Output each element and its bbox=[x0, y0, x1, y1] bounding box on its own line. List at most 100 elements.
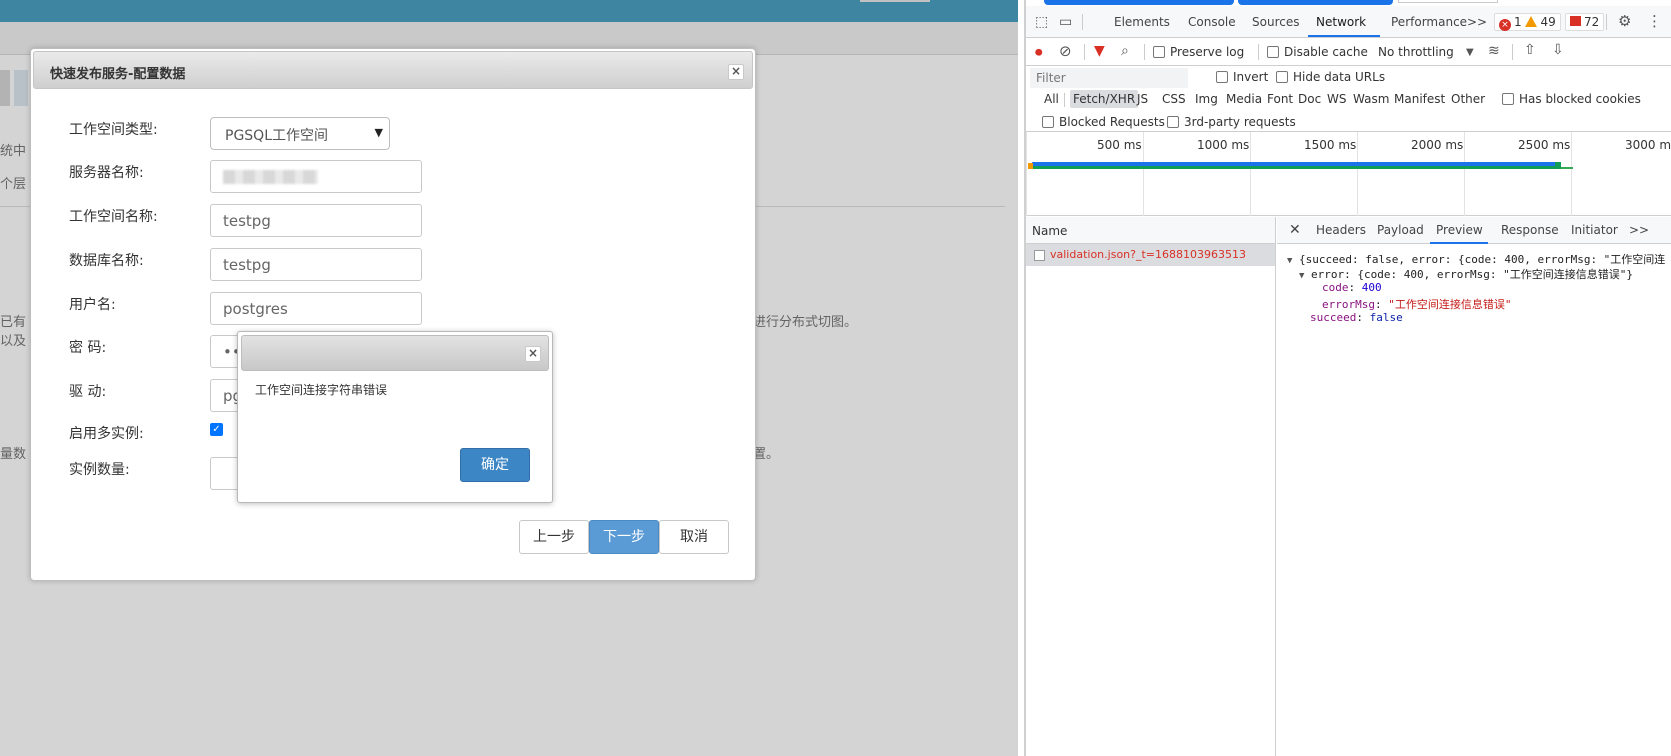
type-font[interactable]: Font bbox=[1264, 90, 1296, 108]
workspace-type-value: PGSQL工作空间 bbox=[225, 128, 328, 144]
tab-sources[interactable]: Sources bbox=[1252, 15, 1299, 29]
issue-count: 72 bbox=[1584, 15, 1600, 29]
server-name-input[interactable] bbox=[210, 160, 422, 193]
tab-headers[interactable]: Headers bbox=[1316, 223, 1366, 237]
type-ws[interactable]: WS bbox=[1324, 90, 1349, 108]
tick-label: 3000 m bbox=[1625, 138, 1671, 152]
export-har-icon[interactable]: ⇩ bbox=[1552, 43, 1564, 57]
tick-label: 2500 ms bbox=[1518, 138, 1571, 152]
type-img[interactable]: Img bbox=[1192, 90, 1221, 108]
devtools-tab-bar: ⬚ ▭ Elements Console Sources Network Per… bbox=[1026, 6, 1671, 38]
error-count-badge[interactable]: × 1 49 bbox=[1494, 13, 1561, 31]
tab-payload[interactable]: Payload bbox=[1377, 223, 1424, 237]
prev-step-button[interactable]: 上一步 bbox=[519, 520, 589, 554]
disable-cache-label: Disable cache bbox=[1284, 45, 1368, 59]
search-icon[interactable]: ⌕ bbox=[1121, 44, 1129, 58]
third-party-checkbox[interactable] bbox=[1167, 116, 1179, 128]
issues-badge[interactable]: 72 bbox=[1565, 13, 1605, 31]
disable-cache-checkbox[interactable] bbox=[1267, 46, 1279, 58]
json-number: 400 bbox=[1361, 281, 1382, 294]
tick-label: 1000 ms bbox=[1197, 138, 1250, 152]
type-media[interactable]: Media bbox=[1223, 90, 1265, 108]
warning-icon bbox=[1525, 16, 1538, 27]
type-manifest[interactable]: Manifest bbox=[1391, 90, 1448, 108]
type-css[interactable]: CSS bbox=[1159, 90, 1189, 108]
type-fetch-xhr[interactable]: Fetch/XHR bbox=[1070, 90, 1139, 108]
preserve-log-checkbox[interactable] bbox=[1153, 46, 1165, 58]
database-name-input[interactable]: testpg bbox=[210, 248, 422, 281]
multi-instance-checkbox[interactable]: ✓ bbox=[210, 423, 223, 436]
workspace-type-label: 工作空间类型: bbox=[69, 122, 158, 138]
json-string: "工作空间连接信息错误" bbox=[1388, 298, 1512, 311]
tab-network[interactable]: Network bbox=[1316, 15, 1366, 29]
invert-checkbox[interactable] bbox=[1216, 71, 1228, 83]
tool-separator bbox=[1144, 44, 1145, 60]
import-har-icon[interactable]: ⇧ bbox=[1524, 43, 1536, 57]
throttling-select[interactable]: No throttling bbox=[1378, 45, 1454, 59]
instance-count-label: 实例数量: bbox=[69, 462, 130, 478]
tab-initiator[interactable]: Initiator bbox=[1571, 223, 1618, 237]
type-doc[interactable]: Doc bbox=[1295, 90, 1324, 108]
tick-line bbox=[1464, 132, 1465, 216]
alert-ok-button[interactable]: 确定 bbox=[460, 448, 530, 482]
password-label: 密 码: bbox=[69, 340, 107, 356]
cancel-button[interactable]: 取消 bbox=[659, 520, 729, 554]
username-input[interactable]: postgres bbox=[210, 292, 422, 325]
browser-button-1[interactable] bbox=[1044, 0, 1234, 5]
alert-title-bar: × bbox=[241, 335, 549, 371]
request-detail-panel: ✕ Headers Payload Preview Response Initi… bbox=[1277, 217, 1671, 756]
tab-performance[interactable]: Performance bbox=[1391, 15, 1467, 29]
name-column-header[interactable]: Name bbox=[1026, 217, 1275, 244]
filter-icon[interactable]: ▼ bbox=[1094, 44, 1105, 58]
network-conditions-icon[interactable]: ≋ bbox=[1488, 44, 1500, 58]
tool-separator bbox=[1258, 44, 1259, 60]
more-tabs-icon[interactable]: >> bbox=[1467, 15, 1487, 29]
type-wasm[interactable]: Wasm bbox=[1350, 90, 1392, 108]
workspace-type-select[interactable]: PGSQL工作空间 ▼ bbox=[210, 117, 390, 150]
blocked-requests-checkbox[interactable] bbox=[1042, 116, 1054, 128]
type-other[interactable]: Other bbox=[1448, 90, 1488, 108]
tab-console[interactable]: Console bbox=[1188, 15, 1236, 29]
record-stop-icon[interactable]: ⏺ bbox=[1035, 45, 1043, 60]
tick-label: 2000 ms bbox=[1411, 138, 1464, 152]
filter-input[interactable]: Filter bbox=[1030, 68, 1188, 88]
json-key: errorMsg bbox=[1322, 298, 1375, 311]
preview-error-line[interactable]: ▼ error: {code: 400, errorMsg: "工作空间连接信息… bbox=[1299, 266, 1633, 282]
has-blocked-cookies-checkbox[interactable] bbox=[1502, 93, 1514, 105]
preview-root-line[interactable]: ▼ {succeed: false, error: {code: 400, er… bbox=[1287, 251, 1665, 267]
clear-icon[interactable]: ⊘ bbox=[1059, 44, 1072, 59]
tab-preview[interactable]: Preview bbox=[1436, 223, 1483, 237]
redacted-value bbox=[223, 170, 318, 184]
alert-message: 工作空间连接字符串错误 bbox=[255, 383, 388, 397]
tab-elements[interactable]: Elements bbox=[1114, 15, 1170, 29]
network-toolbar: ⏺ ⊘ ▼ ⌕ Preserve log Disable cache No th… bbox=[1026, 38, 1671, 66]
hide-data-urls-checkbox[interactable] bbox=[1276, 71, 1288, 83]
workspace-name-label: 工作空间名称: bbox=[69, 209, 158, 225]
more-tabs-icon[interactable]: >> bbox=[1629, 223, 1649, 237]
tab-response[interactable]: Response bbox=[1501, 223, 1559, 237]
tick-line bbox=[1143, 132, 1144, 216]
network-overview-timeline[interactable]: 500 ms 1000 ms 1500 ms 2000 ms 2500 ms 3… bbox=[1026, 132, 1671, 216]
dialog-close-icon[interactable]: × bbox=[728, 64, 744, 80]
type-all[interactable]: All bbox=[1041, 90, 1062, 108]
kebab-menu-icon[interactable]: ⋮ bbox=[1647, 14, 1662, 29]
next-step-button[interactable]: 下一步 bbox=[589, 520, 659, 554]
preview-succeed-line: succeed: false bbox=[1310, 311, 1403, 324]
request-bar-start bbox=[1028, 163, 1033, 169]
browser-button-2[interactable] bbox=[1238, 0, 1393, 5]
table-row[interactable]: validation.json?_t=1688103963513 bbox=[1026, 244, 1275, 266]
gear-icon[interactable]: ⚙ bbox=[1618, 14, 1631, 29]
close-icon[interactable]: ✕ bbox=[1289, 222, 1301, 238]
tool-separator bbox=[1512, 44, 1513, 60]
alert-close-icon[interactable]: × bbox=[525, 346, 541, 362]
preview-root-summary: {succeed: false, error: {code: 400, erro… bbox=[1299, 253, 1666, 266]
dialog-title-bar: 快速发布服务-配置数据 × bbox=[33, 51, 753, 89]
driver-label: 驱 动: bbox=[69, 384, 107, 400]
tick-line bbox=[1026, 132, 1027, 216]
device-toolbar-icon[interactable]: ▭ bbox=[1059, 15, 1072, 29]
workspace-name-input[interactable]: testpg bbox=[210, 204, 422, 237]
type-js[interactable]: JS bbox=[1134, 90, 1151, 108]
request-bar-waiting bbox=[1032, 162, 1555, 166]
browser-button-3[interactable] bbox=[1398, 0, 1498, 3]
inspect-element-icon[interactable]: ⬚ bbox=[1035, 15, 1048, 29]
